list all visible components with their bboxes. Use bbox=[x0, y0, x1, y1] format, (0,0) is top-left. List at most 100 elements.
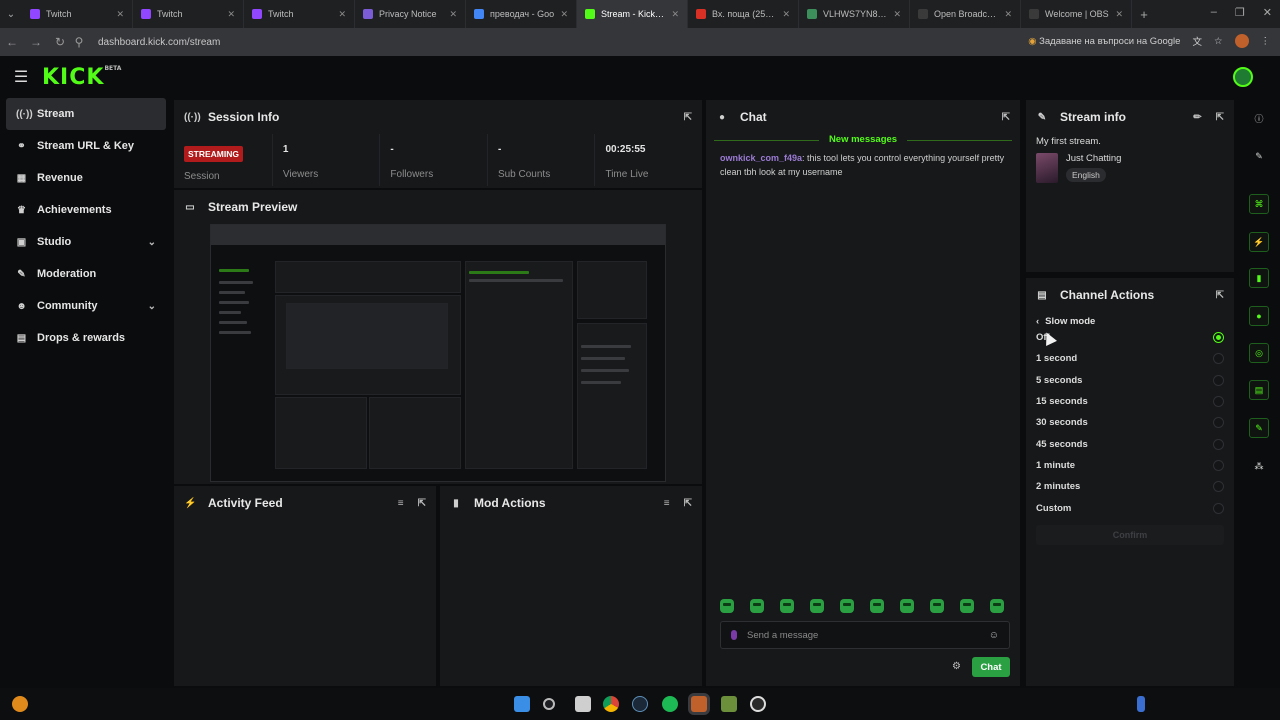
radio-button[interactable] bbox=[1213, 353, 1224, 365]
activity-widget-icon[interactable]: ⚡ bbox=[1249, 232, 1269, 252]
chat-message[interactable]: ownkick_com_f49a: this tool lets you con… bbox=[706, 145, 1020, 185]
browser-tab[interactable]: Twitch ✕ bbox=[22, 0, 133, 28]
url-field[interactable]: dashboard.kick.com/stream bbox=[98, 37, 220, 48]
bookmark-star-icon[interactable]: ☆ bbox=[1214, 36, 1223, 47]
slow-mode-back-button[interactable]: ‹ Slow mode bbox=[1026, 316, 1234, 327]
slow-mode-option[interactable]: 15 seconds bbox=[1026, 391, 1234, 412]
radio-button[interactable] bbox=[1213, 438, 1224, 450]
sidebar-item-community[interactable]: ☻ Community ⌄ bbox=[6, 290, 166, 322]
forward-icon[interactable]: → bbox=[24, 35, 48, 49]
browser-tab[interactable]: VLHWS7YN84/M ✕ bbox=[799, 0, 910, 28]
slow-mode-option[interactable]: 2 minutes bbox=[1026, 476, 1234, 497]
popout-icon[interactable]: ⇱ bbox=[1216, 112, 1224, 123]
radio-button[interactable] bbox=[1213, 374, 1224, 386]
emote-icon[interactable] bbox=[990, 599, 1004, 613]
emote-icon[interactable] bbox=[870, 599, 884, 613]
browser-tab[interactable]: Welcome | OBS ✕ bbox=[1021, 0, 1132, 28]
sidebar-item-stream[interactable]: ((·)) Stream bbox=[6, 98, 166, 130]
emote-icon[interactable] bbox=[750, 599, 764, 613]
tab-close-icon[interactable]: ✕ bbox=[893, 9, 901, 20]
chat-widget-icon[interactable]: ● bbox=[1249, 306, 1269, 326]
browser-tab[interactable]: Stream - Kick Da ✕ bbox=[577, 0, 688, 28]
maximize-icon[interactable]: ❐ bbox=[1235, 6, 1245, 19]
browser-tab[interactable]: Privacy Notice ✕ bbox=[355, 0, 466, 28]
actions-widget-icon[interactable]: ▤ bbox=[1249, 380, 1269, 400]
popout-icon[interactable]: ⇱ bbox=[684, 498, 692, 509]
chrome-icon[interactable] bbox=[603, 696, 619, 712]
filter-icon[interactable]: ≡ bbox=[398, 498, 404, 509]
tab-close-icon[interactable]: ✕ bbox=[338, 9, 346, 20]
radio-button[interactable] bbox=[1213, 417, 1224, 429]
slow-mode-option[interactable]: Custom bbox=[1026, 497, 1234, 518]
emote-icon[interactable] bbox=[720, 599, 734, 613]
tab-close-icon[interactable]: ✕ bbox=[227, 9, 235, 20]
emote-icon[interactable] bbox=[840, 599, 854, 613]
weather-icon[interactable] bbox=[12, 696, 28, 712]
browser-tab[interactable]: преводач - Goo ✕ bbox=[466, 0, 577, 28]
tab-close-icon[interactable]: ✕ bbox=[1115, 9, 1123, 20]
site-info-icon[interactable]: ⚲ bbox=[72, 35, 86, 49]
tab-close-icon[interactable]: ✕ bbox=[1004, 9, 1012, 20]
chat-input[interactable]: Send a message ☺ bbox=[720, 621, 1010, 649]
close-window-icon[interactable]: ✕ bbox=[1263, 6, 1272, 19]
radio-button[interactable] bbox=[1213, 332, 1224, 344]
chrome-active-icon[interactable] bbox=[691, 696, 707, 712]
browser-tab[interactable]: Twitch ✕ bbox=[244, 0, 355, 28]
emote-icon[interactable] bbox=[930, 599, 944, 613]
browser-menu-icon[interactable]: ⋮ bbox=[1261, 36, 1271, 47]
translate-icon[interactable]: ⽂ bbox=[1192, 34, 1202, 48]
slow-mode-option[interactable]: Off bbox=[1026, 327, 1234, 348]
edit-pencil-icon[interactable]: ✏ bbox=[1193, 112, 1201, 123]
session-widget-icon[interactable]: ⌘ bbox=[1249, 194, 1269, 214]
sidebar-item-drops-rewards[interactable]: ▤ Drops & rewards bbox=[6, 322, 166, 354]
radio-button[interactable] bbox=[1213, 396, 1224, 408]
emoji-icon[interactable]: ☺ bbox=[989, 630, 999, 641]
ask-google-button[interactable]: ◉ Задаване на въпроси на Google bbox=[1028, 36, 1180, 47]
sidebar-item-revenue[interactable]: ▦ Revenue bbox=[6, 162, 166, 194]
slow-mode-option[interactable]: 45 seconds bbox=[1026, 433, 1234, 454]
file-explorer-icon[interactable] bbox=[575, 696, 591, 712]
radio-button[interactable] bbox=[1213, 481, 1224, 493]
more-widgets-icon[interactable]: ⁂ bbox=[1249, 456, 1269, 476]
popout-icon[interactable]: ⇱ bbox=[1216, 290, 1224, 301]
browser-tab[interactable]: Open Broadcaste ✕ bbox=[910, 0, 1021, 28]
search-icon[interactable] bbox=[543, 698, 555, 710]
confirm-button[interactable]: Confirm bbox=[1036, 524, 1224, 545]
tab-close-icon[interactable]: ✕ bbox=[782, 9, 790, 20]
radio-button[interactable] bbox=[1213, 502, 1224, 514]
broadcast-widget-icon[interactable]: ◎ bbox=[1249, 343, 1269, 363]
tab-close-icon[interactable]: ✕ bbox=[449, 9, 457, 20]
popout-icon[interactable]: ⇱ bbox=[684, 112, 692, 123]
reload-icon[interactable]: ↻ bbox=[48, 35, 72, 49]
user-avatar[interactable] bbox=[1233, 67, 1253, 87]
kick-logo[interactable]: KICKBETA bbox=[42, 65, 121, 90]
tab-close-icon[interactable]: ✕ bbox=[560, 9, 568, 20]
back-icon[interactable]: ← bbox=[0, 35, 24, 49]
radio-button[interactable] bbox=[1213, 459, 1224, 471]
emote-icon[interactable] bbox=[960, 599, 974, 613]
popout-icon[interactable]: ⇱ bbox=[418, 498, 426, 509]
sidebar-item-achievements[interactable]: ♛ Achievements bbox=[6, 194, 166, 226]
sidebar-item-stream-url-key[interactable]: ⚭ Stream URL & Key bbox=[6, 130, 166, 162]
wrench-widget-icon[interactable]: ✎ bbox=[1249, 418, 1269, 438]
sidebar-item-studio[interactable]: ▣ Studio ⌄ bbox=[6, 226, 166, 258]
popout-icon[interactable]: ⇱ bbox=[1002, 112, 1010, 123]
chat-send-button[interactable]: Chat bbox=[972, 657, 1010, 677]
tab-search-chevron-icon[interactable]: ⌄ bbox=[0, 9, 22, 20]
slow-mode-option[interactable]: 30 seconds bbox=[1026, 412, 1234, 433]
start-icon[interactable] bbox=[514, 696, 530, 712]
sidebar-item-moderation[interactable]: ✎ Moderation bbox=[6, 258, 166, 290]
minecraft-icon[interactable] bbox=[721, 696, 737, 712]
emote-icon[interactable] bbox=[780, 599, 794, 613]
minimize-icon[interactable]: – bbox=[1211, 6, 1217, 19]
slow-mode-option[interactable]: 1 minute bbox=[1026, 455, 1234, 476]
emote-icon[interactable] bbox=[900, 599, 914, 613]
info-icon[interactable]: ⓘ bbox=[1249, 108, 1269, 128]
tab-close-icon[interactable]: ✕ bbox=[116, 9, 124, 20]
hamburger-menu-icon[interactable]: ☰ bbox=[0, 67, 42, 87]
tray-icon[interactable] bbox=[1137, 696, 1145, 712]
pencil-icon[interactable]: ✎ bbox=[1249, 146, 1269, 166]
slow-mode-option[interactable]: 1 second bbox=[1026, 348, 1234, 369]
filter-icon[interactable]: ≡ bbox=[664, 498, 670, 509]
spotify-icon[interactable] bbox=[662, 696, 678, 712]
